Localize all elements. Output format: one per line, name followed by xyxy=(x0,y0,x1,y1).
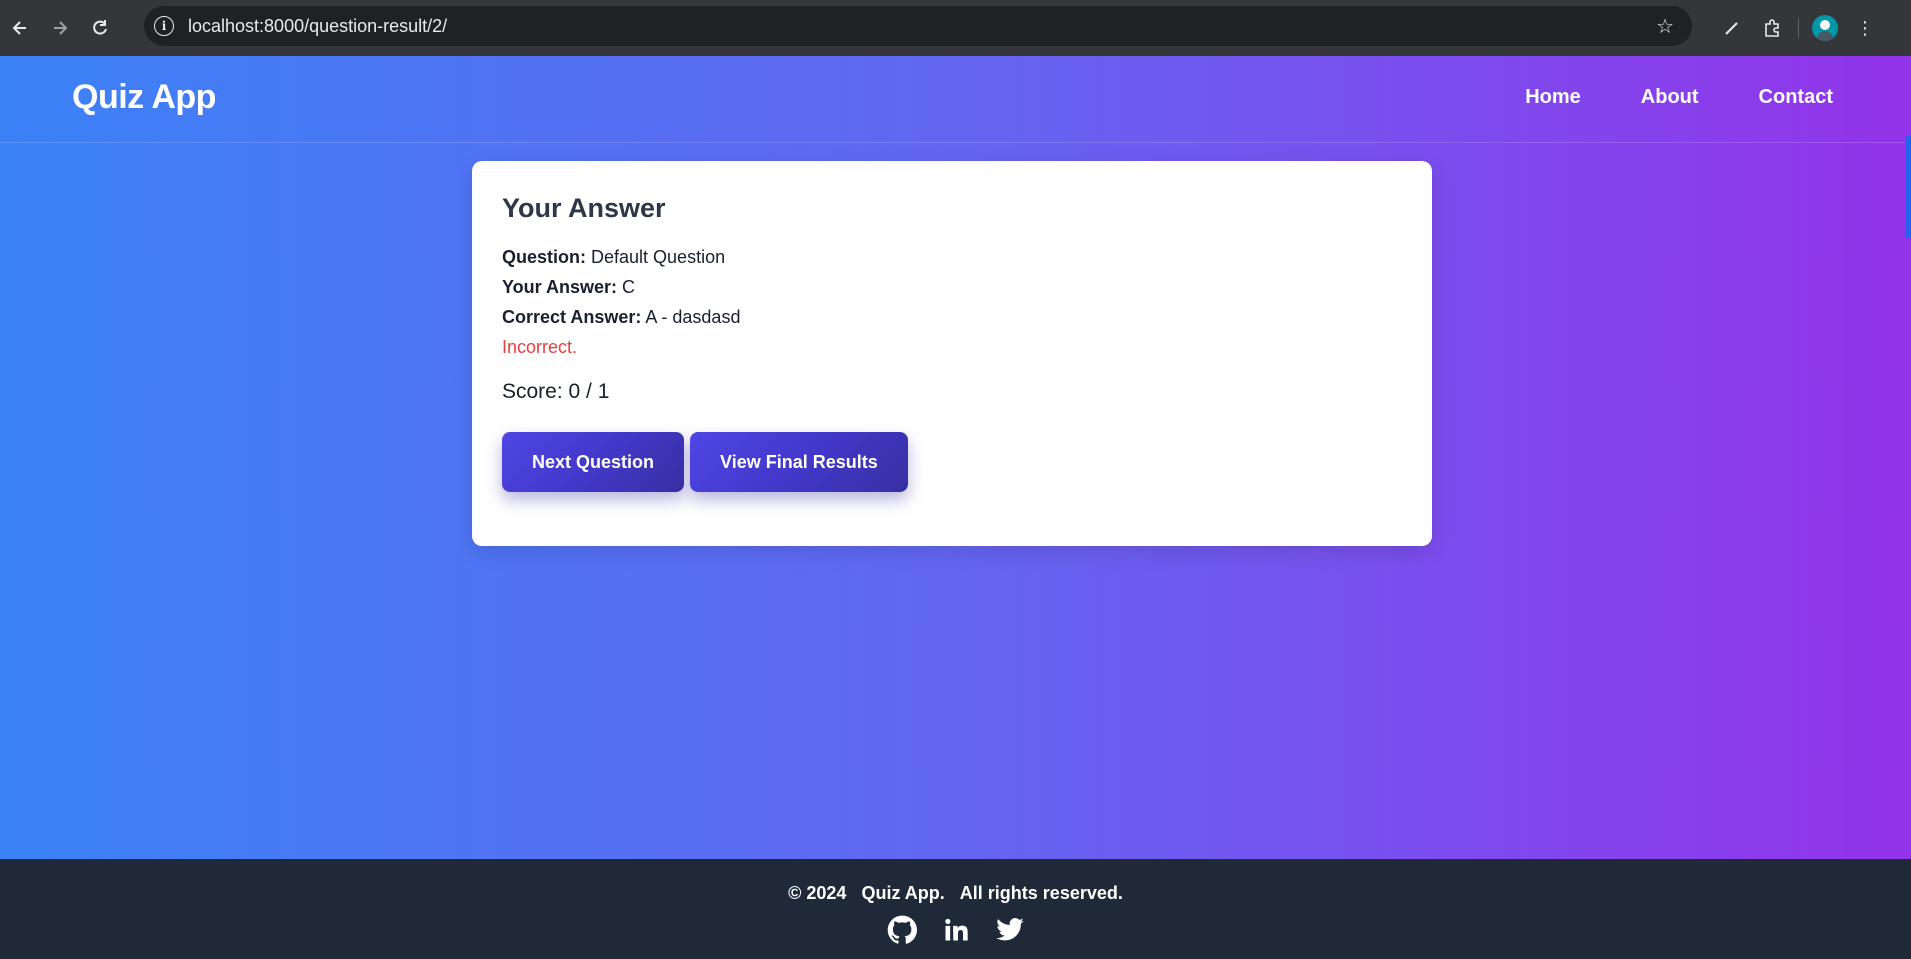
copyright-rights: All rights reserved. xyxy=(959,883,1123,903)
score-text: Score: 0 / 1 xyxy=(502,380,610,403)
result-card: Your Answer Question: Default Question Y… xyxy=(472,161,1432,546)
site-header: Quiz App Home About Contact xyxy=(0,56,1911,143)
profile-avatar[interactable] xyxy=(1805,8,1845,48)
question-value: Default Question xyxy=(591,247,726,267)
url-text[interactable]: localhost:8000/question-result/2/ xyxy=(188,16,447,37)
pen-icon[interactable] xyxy=(1712,8,1752,48)
question-label: Question: xyxy=(502,247,586,267)
view-final-results-button[interactable]: View Final Results xyxy=(690,432,908,492)
toolbar-separator xyxy=(1798,18,1799,38)
copyright-year: © 2024 xyxy=(788,883,847,903)
more-menu-icon[interactable]: ⋮ xyxy=(1845,8,1885,48)
github-icon[interactable] xyxy=(886,914,918,946)
your-answer-label: Your Answer: xyxy=(502,277,618,297)
result-title: Your Answer xyxy=(502,193,666,223)
question-row: Question: Default Question xyxy=(502,242,1402,272)
scrollbar-thumb[interactable] xyxy=(1905,136,1911,238)
result-status: Incorrect. xyxy=(502,337,578,357)
copyright: © 2024 Quiz App. All rights reserved. xyxy=(0,883,1911,904)
main-nav: Home About Contact xyxy=(1525,86,1833,109)
nav-home[interactable]: Home xyxy=(1525,86,1581,109)
bookmark-star-icon[interactable]: ☆ xyxy=(1656,14,1674,39)
brand-logo[interactable]: Quiz App xyxy=(72,78,216,117)
social-links xyxy=(0,914,1911,946)
back-icon[interactable] xyxy=(0,8,40,48)
copyright-app: Quiz App. xyxy=(861,883,945,903)
address-bar[interactable]: i localhost:8000/question-result/2/ ☆ xyxy=(144,6,1692,46)
nav-about[interactable]: About xyxy=(1641,86,1699,109)
your-answer-row: Your Answer: C xyxy=(502,272,1402,302)
page-body: Quiz App Home About Contact Your Answer … xyxy=(0,56,1911,859)
site-footer: © 2024 Quiz App. All rights reserved. xyxy=(0,859,1911,959)
next-question-button[interactable]: Next Question xyxy=(502,432,685,492)
twitter-icon[interactable] xyxy=(994,914,1026,946)
site-info-icon[interactable]: i xyxy=(154,16,174,36)
your-answer-value: C xyxy=(622,277,636,297)
nav-contact[interactable]: Contact xyxy=(1759,86,1833,109)
extensions-icon[interactable] xyxy=(1752,8,1792,48)
correct-answer-row: Correct Answer: A - dasdasd xyxy=(502,302,1402,332)
linkedin-icon[interactable] xyxy=(940,914,972,946)
forward-icon[interactable] xyxy=(40,8,80,48)
correct-answer-value: A - dasdasd xyxy=(645,307,741,327)
browser-toolbar: i localhost:8000/question-result/2/ ☆ ⋮ xyxy=(0,0,1911,56)
reload-icon[interactable] xyxy=(80,8,120,48)
correct-answer-label: Correct Answer: xyxy=(502,307,642,327)
